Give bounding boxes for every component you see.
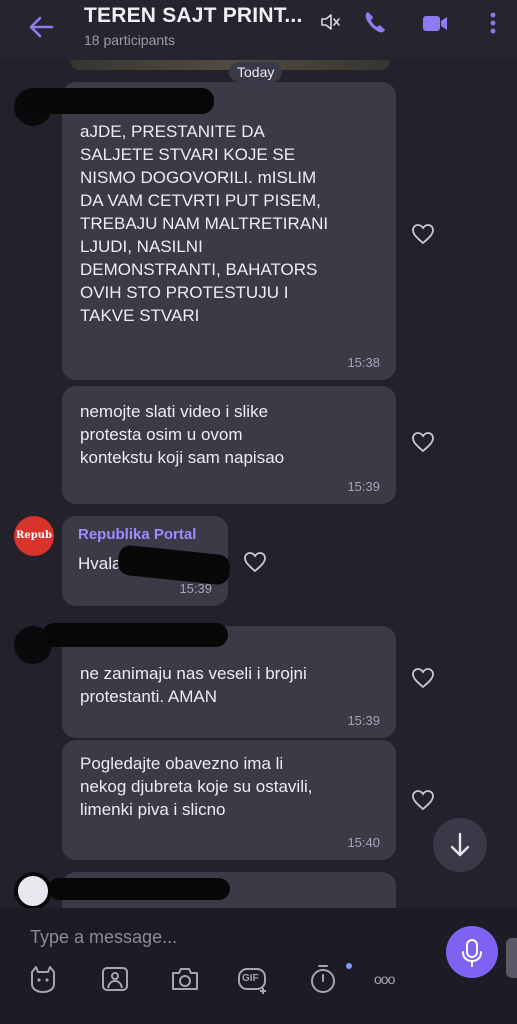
chat-title[interactable]: TEREN SAJT PRINT... — [84, 4, 303, 28]
message-text: ne zanimaju nas veseli i brojni protesta… — [80, 664, 307, 706]
camera-icon[interactable] — [168, 962, 202, 996]
side-panel-edge — [506, 938, 517, 978]
arrow-down-icon — [450, 832, 470, 857]
like-button[interactable] — [406, 425, 440, 459]
like-button[interactable] — [238, 545, 272, 579]
date-divider: Today — [229, 62, 283, 82]
message-text: nemojte slati video i slike protesta osi… — [80, 402, 285, 467]
more-tools-button[interactable]: ooo — [374, 962, 408, 996]
message-bubble[interactable]: aJDE, PRESTANITE DA SALJETE STVARI KOJE … — [62, 82, 396, 380]
gallery-icon[interactable] — [98, 962, 132, 996]
chat-header: TEREN SAJT PRINT... 18 participants — [0, 0, 517, 60]
sender-name[interactable]: Republika Portal — [78, 526, 196, 543]
heart-icon — [412, 790, 434, 811]
redacted-sender-name — [22, 88, 214, 114]
like-button[interactable] — [406, 661, 440, 695]
message-time: 15:39 — [347, 713, 380, 728]
message-composer: GIF ooo — [0, 908, 517, 1024]
notification-dot — [346, 963, 352, 969]
gif-label: GIF — [242, 973, 259, 984]
message-input[interactable] — [30, 922, 420, 952]
heart-icon — [412, 224, 434, 245]
timer-icon[interactable] — [306, 962, 340, 996]
heart-icon — [412, 668, 434, 689]
gif-button[interactable]: GIF — [236, 962, 270, 996]
redacted-sender-name — [42, 623, 228, 647]
scroll-to-bottom-button[interactable] — [433, 818, 487, 872]
participants-count[interactable]: 18 participants — [84, 32, 175, 48]
like-button[interactable] — [406, 217, 440, 251]
voice-message-button[interactable] — [446, 926, 498, 978]
message-list[interactable]: Today aJDE, PRESTANITE DA SALJETE STVARI… — [0, 60, 517, 908]
sender-avatar[interactable] — [14, 872, 52, 908]
heart-icon — [244, 552, 266, 573]
video-call-icon[interactable] — [420, 8, 450, 38]
phone-call-icon[interactable] — [360, 8, 390, 38]
message-time: 15:40 — [347, 835, 380, 850]
microphone-icon — [462, 939, 482, 967]
message-text: aJDE, PRESTANITE DA SALJETE STVARI KOJE … — [80, 122, 329, 325]
heart-icon — [412, 432, 434, 453]
message-bubble[interactable]: Pogledajte obavezno ima li nekog djubret… — [62, 740, 396, 860]
sticker-icon[interactable] — [26, 962, 60, 996]
sender-avatar[interactable]: Repub — [14, 516, 54, 556]
more-options-icon[interactable] — [478, 8, 508, 38]
message-bubble[interactable]: nemojte slati video i slike protesta osi… — [62, 386, 396, 504]
muted-speaker-icon — [321, 14, 340, 30]
like-button[interactable] — [406, 783, 440, 817]
back-arrow-icon[interactable] — [26, 12, 56, 42]
redacted-sender-name — [48, 878, 230, 900]
message-time: 15:38 — [347, 355, 380, 370]
message-time: 15:39 — [347, 479, 380, 494]
message-text: Pogledajte obavezno ima li nekog djubret… — [80, 754, 313, 819]
